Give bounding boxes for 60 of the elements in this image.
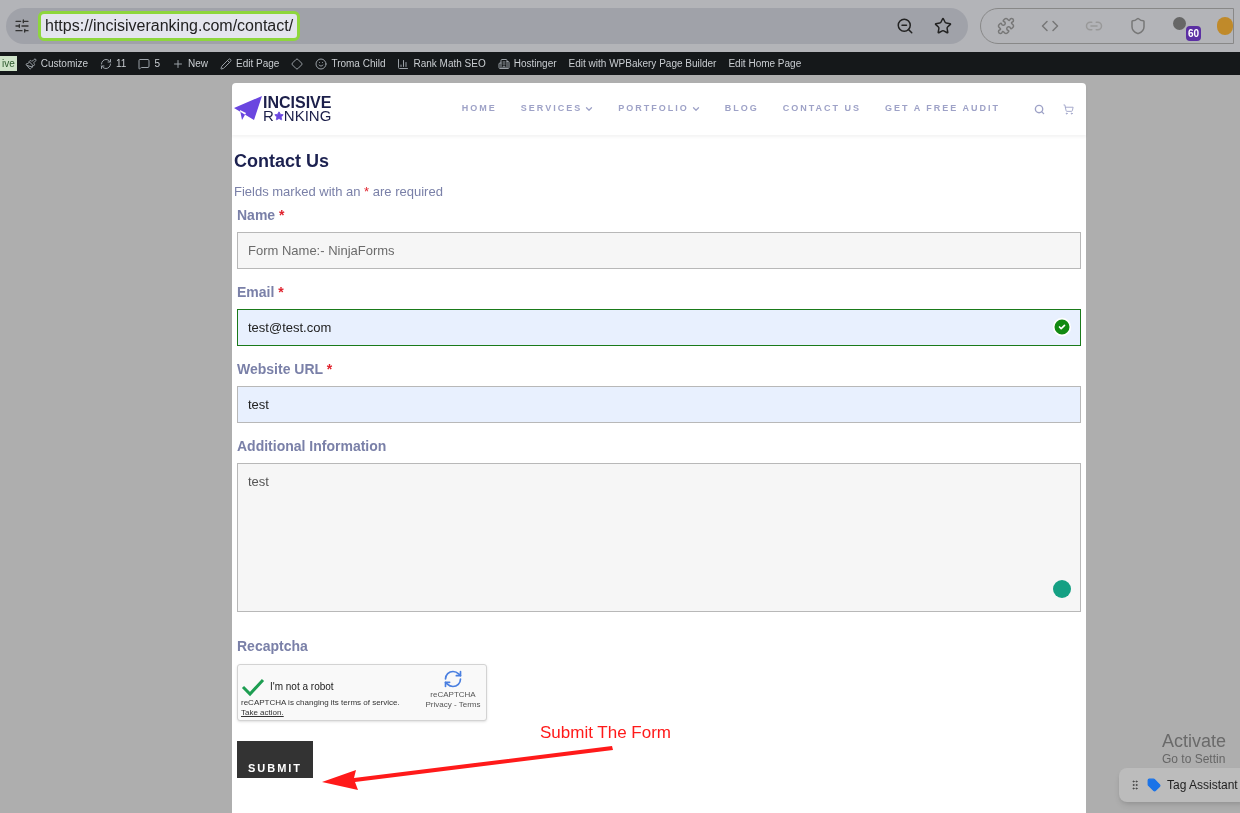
required-note: Fields marked with an * are required	[234, 183, 444, 201]
chevron-icon	[584, 104, 595, 114]
extension-badge: 60	[1186, 26, 1202, 41]
pencil-icon[interactable]	[220, 57, 232, 70]
admin-bar-link[interactable]: Hostinger	[513, 56, 557, 71]
site-settings-icon[interactable]	[14, 18, 30, 34]
recaptcha-logo-icon	[443, 668, 463, 689]
brush-icon[interactable]	[24, 57, 37, 70]
text-field[interactable]: test	[237, 385, 1081, 423]
admin-bar-link[interactable]: Edit Home Page	[728, 56, 802, 71]
activate-windows-title: Activate	[1162, 730, 1227, 753]
hostinger-icon[interactable]	[497, 57, 510, 70]
tag-assistant-label: Tag Assistant	[1167, 777, 1238, 794]
field-label: Email *	[237, 282, 285, 302]
live-badge: ive	[0, 56, 17, 71]
recaptcha-notice: reCAPTCHA is changing its terms of service.	[241, 697, 401, 708]
admin-bar-link[interactable]: New	[188, 56, 208, 71]
take-action-link[interactable]: Take action.	[241, 707, 284, 718]
admin-bar-link[interactable]: 5	[154, 56, 160, 71]
admin-bar-link[interactable]: Edit with WPBakery Page Builder	[568, 56, 717, 71]
text-field[interactable]: Form Name:- NinjaForms	[237, 231, 1081, 269]
field-label: Name *	[237, 205, 286, 225]
activate-windows-subtitle: Go to Settin	[1162, 751, 1226, 768]
page-title: Contact Us	[234, 150, 330, 172]
logo-text: R	[263, 109, 274, 122]
textarea-field[interactable]: test	[237, 462, 1081, 612]
address-bar[interactable]: https://incisiveranking.com/contact/	[6, 8, 968, 44]
url-text[interactable]: https://incisiveranking.com/contact/	[38, 11, 301, 41]
recaptcha-links[interactable]: Privacy - Terms	[425, 699, 481, 710]
tag-assistant-popup[interactable]: Tag Assistant	[1119, 768, 1240, 802]
recaptcha-label: I'm not a robot	[270, 680, 334, 694]
tag-icon	[1147, 778, 1161, 792]
comment-icon[interactable]	[138, 57, 151, 70]
field-label: Additional Information	[237, 436, 388, 456]
annotation-label: Submit The Form	[540, 722, 671, 744]
admin-bar-link[interactable]: Customize	[40, 56, 89, 71]
search-icon[interactable]	[1034, 103, 1045, 115]
star-icon	[273, 110, 284, 121]
sync-icon[interactable]	[100, 57, 113, 70]
field-label: Website URL *	[237, 359, 334, 379]
logo-text: INCISIVE	[263, 96, 332, 109]
zoom-out-icon[interactable]	[896, 17, 914, 35]
recaptcha-brand: reCAPTCHA	[430, 689, 476, 700]
admin-bar-link[interactable]: Rank Math SEO	[413, 56, 486, 71]
recaptcha-checkbox[interactable]	[241, 676, 265, 697]
diamond-icon[interactable]	[291, 57, 304, 70]
admin-bar-link[interactable]: 11	[116, 56, 127, 71]
text-field[interactable]: test@test.com	[237, 308, 1081, 346]
chevron-icon	[690, 104, 701, 114]
plus-icon[interactable]	[172, 57, 184, 70]
admin-bar-link[interactable]: Troma Child	[331, 56, 386, 71]
paper-plane-icon	[234, 96, 262, 122]
drag-handle-icon[interactable]	[1129, 779, 1141, 791]
admin-bar-link[interactable]: Edit Page	[236, 56, 280, 71]
chart-icon[interactable]	[397, 57, 410, 70]
submit-button[interactable]: SUBMIT	[237, 740, 313, 778]
smile-icon[interactable]	[315, 57, 328, 70]
field-label: Recaptcha	[237, 636, 309, 656]
logo-text: NKING	[283, 109, 332, 122]
bookmark-star-icon[interactable]	[934, 17, 952, 35]
